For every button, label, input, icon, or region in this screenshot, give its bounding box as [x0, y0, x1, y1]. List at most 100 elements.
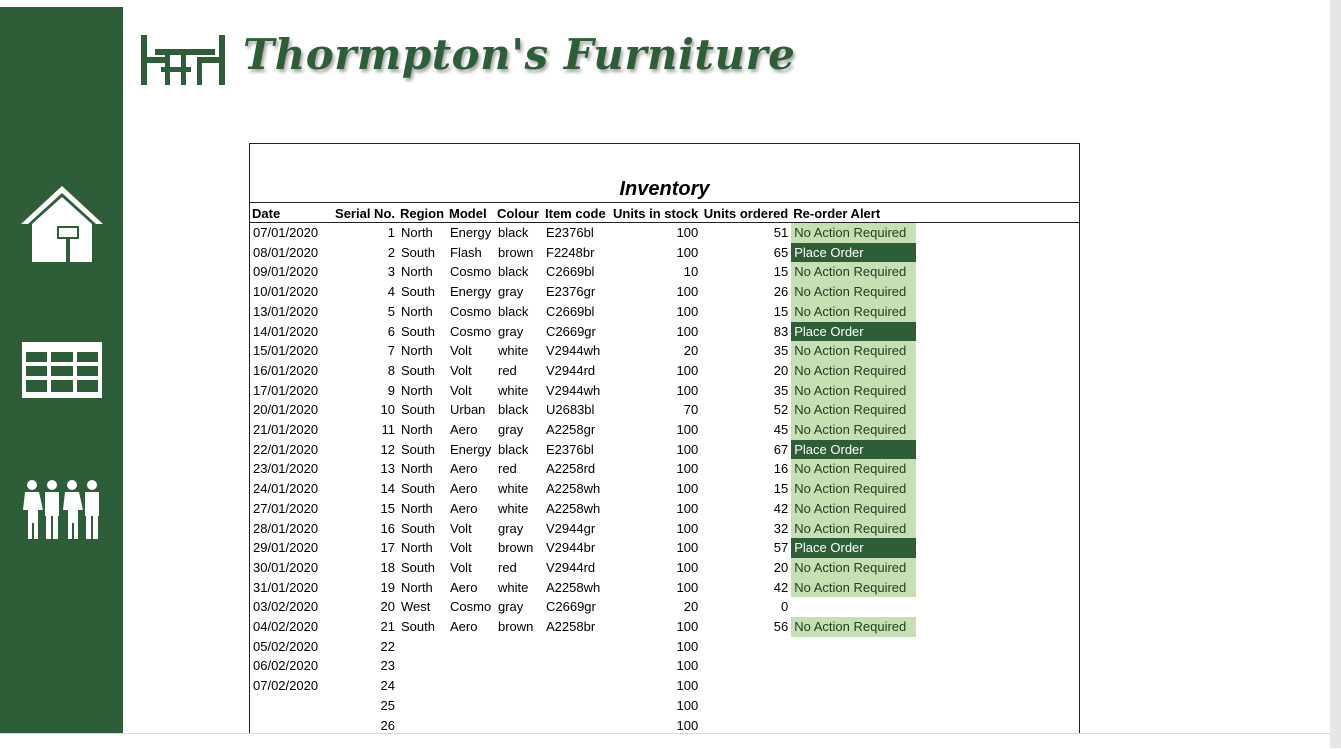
cell-item-code[interactable]: E2376gr — [543, 282, 611, 302]
cell-units-in-stock[interactable]: 100 — [611, 656, 701, 676]
cell-serial[interactable]: 9 — [325, 381, 398, 401]
cell-units-ordered[interactable]: 83 — [701, 322, 791, 342]
cell-units-in-stock[interactable]: 100 — [611, 381, 701, 401]
cell-reorder-alert[interactable]: No Action Required — [791, 479, 917, 499]
cell-serial[interactable]: 20 — [325, 597, 398, 617]
cell-region[interactable]: North — [398, 262, 447, 282]
cell-units-in-stock[interactable]: 20 — [611, 597, 701, 617]
header-region[interactable]: Region — [398, 204, 447, 223]
cell-colour[interactable]: red — [495, 558, 543, 578]
cell-item-code[interactable]: U2683bl — [543, 400, 611, 420]
cell-model[interactable]: Urban — [447, 400, 495, 420]
cell-item-code[interactable]: C2669bl — [543, 302, 611, 322]
cell-units-ordered[interactable]: 15 — [701, 302, 791, 322]
cell-date[interactable]: 16/01/2020 — [250, 361, 325, 381]
cell-date[interactable]: 06/02/2020 — [250, 656, 325, 676]
cell-model[interactable]: Cosmo — [447, 262, 495, 282]
cell-date[interactable]: 05/02/2020 — [250, 637, 325, 657]
cell-units-in-stock[interactable]: 100 — [611, 637, 701, 657]
cell-item-code[interactable]: V2944br — [543, 538, 611, 558]
cell-item-code[interactable]: V2944wh — [543, 381, 611, 401]
cell-model[interactable] — [447, 656, 495, 676]
cell-region[interactable]: North — [398, 302, 447, 322]
cell-date[interactable]: 29/01/2020 — [250, 538, 325, 558]
cell-serial[interactable]: 4 — [325, 282, 398, 302]
cell-region[interactable]: South — [398, 617, 447, 637]
cell-reorder-alert[interactable] — [791, 656, 916, 676]
header-units-ordered[interactable]: Units ordered — [701, 204, 791, 223]
cell-item-code[interactable]: F2248br — [543, 243, 611, 263]
cell-date[interactable]: 07/01/2020 — [250, 223, 325, 243]
cell-serial[interactable]: 13 — [325, 459, 398, 479]
cell-region[interactable]: South — [398, 400, 447, 420]
cell-serial[interactable]: 1 — [325, 223, 398, 243]
cell-date[interactable] — [250, 696, 325, 716]
cell-reorder-alert[interactable] — [791, 716, 916, 733]
cell-date[interactable]: 30/01/2020 — [250, 558, 325, 578]
cell-reorder-alert[interactable]: No Action Required — [791, 223, 917, 243]
cell-units-ordered[interactable]: 26 — [701, 282, 791, 302]
cell-units-ordered[interactable]: 51 — [701, 223, 791, 243]
cell-units-in-stock[interactable]: 100 — [611, 420, 701, 440]
cell-region[interactable]: West — [398, 597, 447, 617]
cell-model[interactable]: Cosmo — [447, 302, 495, 322]
cell-units-in-stock[interactable]: 100 — [611, 361, 701, 381]
cell-serial[interactable]: 2 — [325, 243, 398, 263]
cell-units-ordered[interactable]: 65 — [701, 243, 791, 263]
cell-region[interactable]: North — [398, 341, 447, 361]
cell-serial[interactable]: 22 — [325, 637, 398, 657]
header-date[interactable]: Date — [250, 204, 325, 223]
cell-date[interactable]: 07/02/2020 — [250, 676, 325, 696]
cell-item-code[interactable]: A2258wh — [543, 578, 611, 598]
cell-colour[interactable]: brown — [495, 538, 543, 558]
cell-units-in-stock[interactable]: 100 — [611, 676, 701, 696]
cell-colour[interactable] — [495, 696, 543, 716]
cell-region[interactable] — [398, 656, 447, 676]
cell-date[interactable]: 22/01/2020 — [250, 440, 325, 460]
cell-reorder-alert[interactable]: Place Order — [791, 321, 917, 342]
cell-serial[interactable]: 10 — [325, 400, 398, 420]
header-units-in-stock[interactable]: Units in stock — [611, 204, 701, 223]
cell-units-ordered[interactable]: 35 — [701, 381, 791, 401]
cell-model[interactable] — [447, 696, 495, 716]
cell-item-code[interactable]: E2376bl — [543, 223, 611, 243]
vertical-scrollbar[interactable] — [1330, 0, 1341, 748]
cell-model[interactable]: Energy — [447, 440, 495, 460]
cell-units-in-stock[interactable]: 100 — [611, 282, 701, 302]
cell-model[interactable]: Aero — [447, 479, 495, 499]
cell-units-ordered[interactable]: 57 — [701, 538, 791, 558]
cell-reorder-alert[interactable]: No Action Required — [791, 518, 917, 539]
cell-region[interactable]: South — [398, 243, 447, 263]
cell-item-code[interactable]: C2669gr — [543, 597, 611, 617]
cell-date[interactable]: 27/01/2020 — [250, 499, 325, 519]
cell-item-code[interactable]: A2258br — [543, 617, 611, 637]
cell-units-in-stock[interactable]: 100 — [611, 716, 701, 733]
cell-units-in-stock[interactable]: 100 — [611, 479, 701, 499]
cell-region[interactable]: South — [398, 479, 447, 499]
cell-units-in-stock[interactable]: 100 — [611, 538, 701, 558]
cell-model[interactable] — [447, 676, 495, 696]
cell-units-ordered[interactable]: 32 — [701, 519, 791, 539]
cell-date[interactable]: 23/01/2020 — [250, 459, 325, 479]
cell-reorder-alert[interactable]: No Action Required — [791, 577, 917, 598]
cell-region[interactable]: South — [398, 440, 447, 460]
cell-colour[interactable]: gray — [495, 597, 543, 617]
cell-units-in-stock[interactable]: 100 — [611, 558, 701, 578]
cell-date[interactable]: 13/01/2020 — [250, 302, 325, 322]
cell-model[interactable]: Aero — [447, 499, 495, 519]
cell-units-ordered[interactable] — [701, 676, 791, 696]
cell-serial[interactable]: 7 — [325, 341, 398, 361]
cell-model[interactable]: Aero — [447, 578, 495, 598]
cell-units-ordered[interactable]: 56 — [701, 617, 791, 637]
cell-region[interactable]: North — [398, 578, 447, 598]
cell-model[interactable]: Cosmo — [447, 322, 495, 342]
cell-colour[interactable]: brown — [495, 243, 543, 263]
cell-units-in-stock[interactable]: 100 — [611, 617, 701, 637]
cell-date[interactable]: 03/02/2020 — [250, 597, 325, 617]
cell-item-code[interactable] — [543, 656, 611, 676]
cell-units-ordered[interactable]: 67 — [701, 440, 791, 460]
cell-model[interactable]: Aero — [447, 420, 495, 440]
cell-units-in-stock[interactable]: 100 — [611, 459, 701, 479]
cell-item-code[interactable]: A2258wh — [543, 479, 611, 499]
cell-serial[interactable]: 5 — [325, 302, 398, 322]
